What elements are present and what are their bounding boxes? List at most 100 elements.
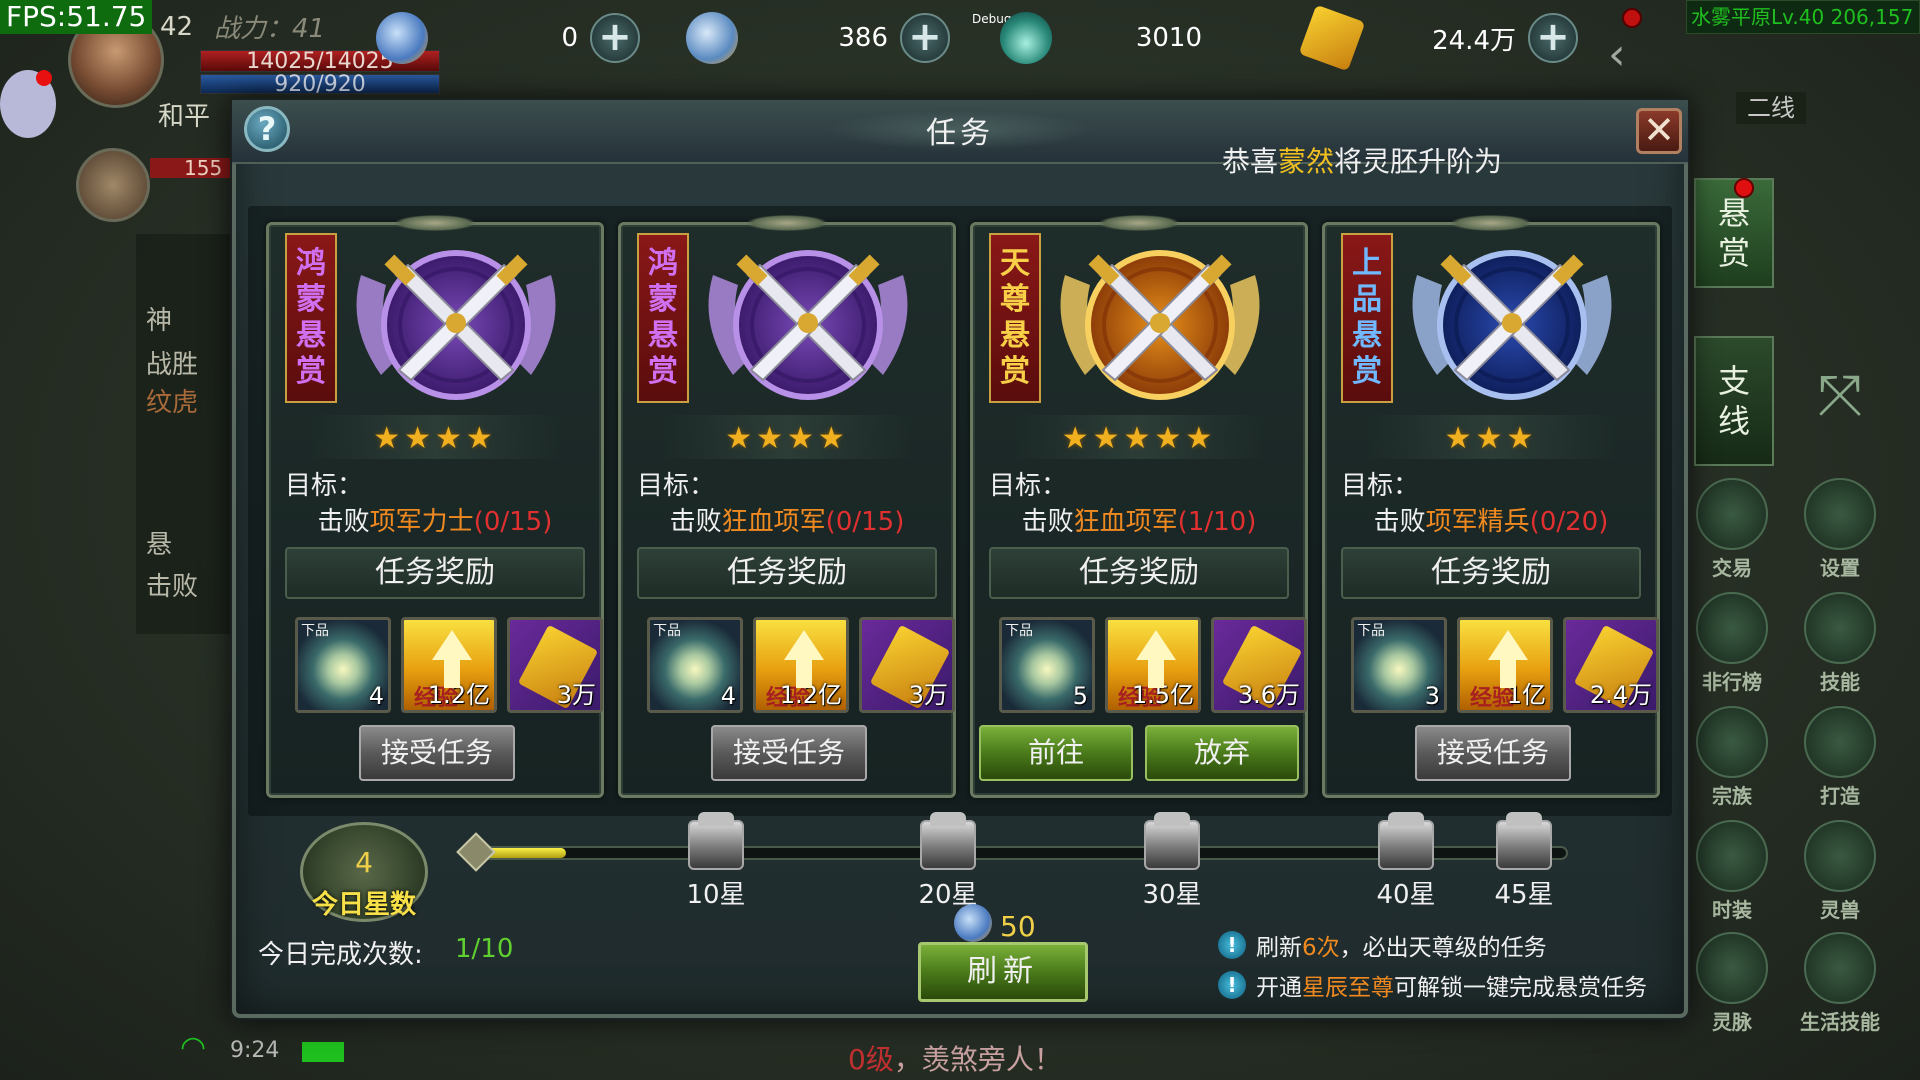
reward-header: 任务奖励	[637, 547, 937, 599]
map-info[interactable]: 水雾平原Lv.40 206,157	[1686, 0, 1920, 34]
milestone-chest-icon[interactable]	[1496, 812, 1552, 870]
server-line[interactable]: 二线	[1736, 92, 1806, 124]
milestone-label: 10星	[686, 880, 746, 910]
reward-scroll[interactable]: 3万	[859, 617, 955, 713]
meridian-button[interactable]: 灵脉	[1690, 932, 1774, 1035]
item-count: 4	[720, 682, 736, 710]
difficulty-stars: ★★★	[1444, 421, 1538, 456]
reward-exp[interactable]: 经验 1.2亿	[753, 617, 849, 713]
goal-progress: (0/20)	[1529, 507, 1609, 537]
reward-orb[interactable]: 下品 5	[999, 617, 1095, 713]
crossed-swords-emblem-icon	[1060, 250, 1260, 400]
tip-highlight[interactable]: 星辰至尊	[1302, 968, 1394, 1002]
player-level: 42	[160, 12, 194, 42]
add-gold-button[interactable]: +	[590, 13, 640, 63]
item-count: 1.5亿	[1131, 681, 1194, 709]
trade-button[interactable]: 交易	[1690, 478, 1774, 581]
trade-label: 交易	[1712, 556, 1752, 580]
goal-text: 击败项军力士(0/15)	[269, 501, 601, 538]
spirit-beast-button[interactable]: 灵兽	[1798, 820, 1882, 923]
clan-button[interactable]: 宗族	[1690, 706, 1774, 809]
fps-counter: FPS:51.75	[0, 0, 153, 34]
reward-items: 下品 5 经验 1.5亿 3.6万	[999, 617, 1307, 713]
reward-orb[interactable]: 下品 4	[647, 617, 743, 713]
currency-value: 386	[838, 23, 888, 53]
collapse-arrow-icon[interactable]: ‹	[1608, 30, 1640, 80]
milestone-chest-icon[interactable]	[920, 812, 976, 870]
tip-text: ，必出天尊级的任务	[1339, 935, 1547, 961]
bounty-tier-banner: 鸿蒙悬赏	[637, 233, 689, 403]
forge-label: 打造	[1820, 784, 1860, 808]
milestone-chest-icon[interactable]	[1378, 812, 1434, 870]
reward-exp[interactable]: 经验 1.2亿	[401, 617, 497, 713]
add-ticket-button[interactable]: +	[1528, 13, 1578, 63]
settings-button[interactable]: 设置	[1798, 478, 1882, 581]
tab-side-quest[interactable]: 支 线	[1694, 336, 1774, 466]
goal-prefix: 击败	[317, 507, 370, 537]
accept-quest-button[interactable]: 接受任务	[359, 725, 515, 781]
completed-label: 今日完成次数:	[258, 940, 423, 970]
accept-quest-button[interactable]: 接受任务	[711, 725, 867, 781]
bounty-tier-banner: 上品悬赏	[1341, 233, 1393, 403]
ranking-button[interactable]: 非行榜	[1690, 592, 1774, 695]
goal-target: 狂血项军	[1073, 507, 1178, 537]
fullscreen-icon[interactable]: ⤧	[1812, 368, 1868, 424]
item-quality: 下品	[1357, 623, 1385, 639]
reward-scroll[interactable]: 2.4万	[1563, 617, 1659, 713]
card-ornament	[1451, 215, 1531, 231]
daily-stars-count: 4	[355, 846, 373, 879]
abandon-button[interactable]: 放弃	[1145, 725, 1299, 781]
currency-value: 0	[561, 23, 578, 53]
reward-exp[interactable]: 经验 1.5亿	[1105, 617, 1201, 713]
goal-target: 项军精兵	[1425, 507, 1530, 537]
goal-label: 目标：	[285, 471, 364, 501]
help-icon[interactable]: ?	[244, 106, 290, 152]
reward-header: 任务奖励	[285, 547, 585, 599]
bound-ingot-icon	[686, 12, 738, 64]
crossed-swords-emblem-icon	[1412, 250, 1612, 400]
tab-bounty[interactable]: 悬 赏	[1694, 178, 1774, 288]
life-skill-label: 生活技能	[1800, 1010, 1880, 1034]
bounty-tier-banner: 鸿蒙悬赏	[285, 233, 337, 403]
milestone-label: 30星	[1142, 880, 1202, 910]
pavilion-icon	[1696, 706, 1768, 778]
goal-text: 击败狂血项军(0/15)	[621, 501, 953, 538]
add-bound-button[interactable]: +	[900, 13, 950, 63]
pet-avatar[interactable]	[76, 148, 150, 222]
milestone-chest-icon[interactable]	[688, 812, 744, 870]
forge-button[interactable]: 打造	[1798, 706, 1882, 809]
goal-progress: (0/15)	[473, 507, 553, 537]
crossed-swords-emblem-icon	[708, 250, 908, 400]
difficulty-stars: ★★★★	[373, 421, 497, 456]
crossed-swords-emblem-icon	[356, 250, 556, 400]
refresh-button[interactable]: 刷新	[918, 942, 1088, 1002]
skills-button[interactable]: 技能	[1798, 592, 1882, 695]
marquee-pre: 恭喜	[1222, 145, 1279, 178]
reward-scroll[interactable]: 3.6万	[1211, 617, 1307, 713]
pk-mode[interactable]: 和平	[158, 96, 210, 133]
tip-text: 可解锁一键完成悬赏任务	[1394, 975, 1647, 1001]
goal-prefix: 击败	[1373, 507, 1426, 537]
difficulty-stars: ★★★★★	[1061, 421, 1217, 456]
notification-dot	[1734, 178, 1754, 198]
reward-exp[interactable]: 经验 1亿	[1457, 617, 1553, 713]
marquee-player: 蒙然	[1278, 145, 1335, 178]
chat-level: 0级	[848, 1043, 894, 1076]
milestone-label: 45星	[1494, 880, 1554, 910]
goal-prefix: 击败	[669, 507, 722, 537]
item-count: 5	[1072, 682, 1088, 710]
fashion-button[interactable]: 时装	[1690, 820, 1774, 923]
life-skill-button[interactable]: 生活技能	[1790, 932, 1890, 1035]
accept-quest-button[interactable]: 接受任务	[1415, 725, 1571, 781]
milestone-chest-icon[interactable]	[1144, 812, 1200, 870]
goal-text: 击败项军精兵(0/20)	[1325, 501, 1657, 538]
tracker-line: 纹虎	[146, 388, 199, 418]
reward-orb[interactable]: 下品 4	[295, 617, 391, 713]
go-button[interactable]: 前往	[979, 725, 1133, 781]
close-button[interactable]: ✕	[1636, 108, 1682, 154]
reward-orb[interactable]: 下品 3	[1351, 617, 1447, 713]
gamepad-icon[interactable]	[0, 70, 56, 138]
reward-items: 下品 3 经验 1亿 2.4万	[1351, 617, 1659, 713]
chat-message: 0级，羡煞旁人！	[848, 1038, 1062, 1078]
reward-scroll[interactable]: 3万	[507, 617, 603, 713]
